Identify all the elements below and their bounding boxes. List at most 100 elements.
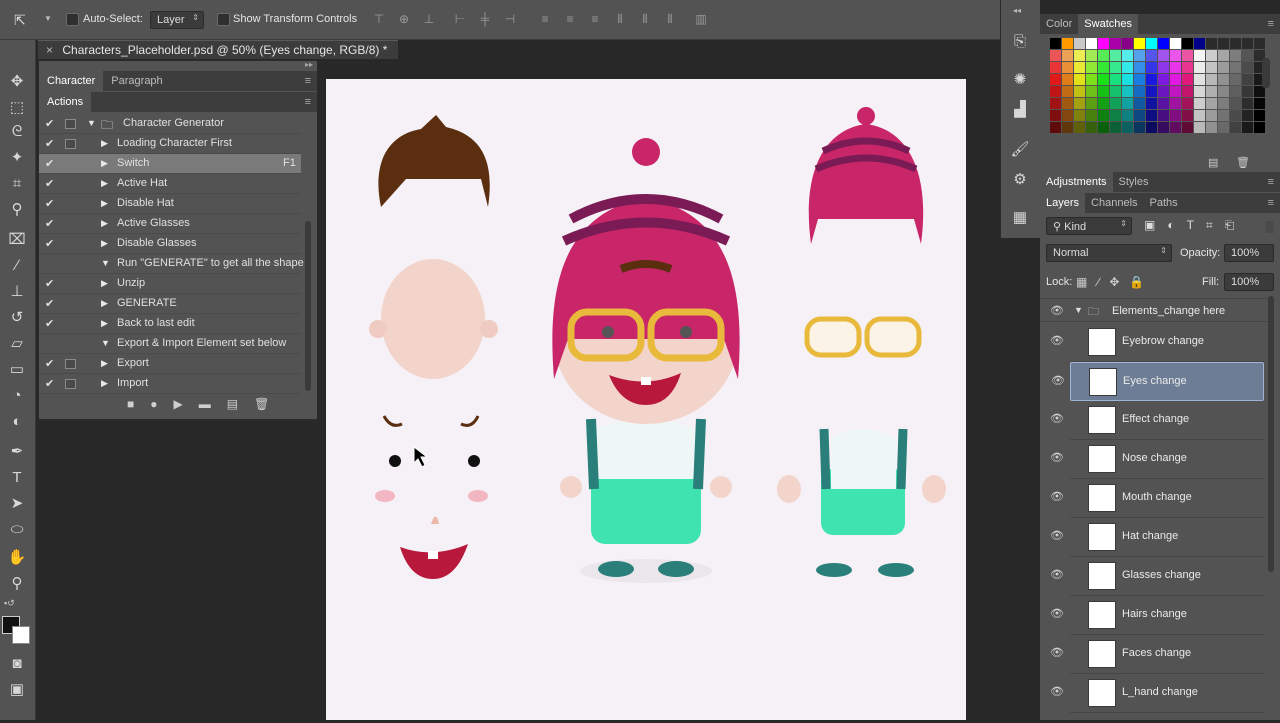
healing-brush-icon[interactable]: ⌧ bbox=[6, 228, 28, 250]
swatch[interactable] bbox=[1170, 110, 1181, 121]
swatch[interactable] bbox=[1122, 74, 1133, 85]
swatch[interactable] bbox=[1050, 38, 1061, 49]
swatch[interactable] bbox=[1182, 122, 1193, 133]
distribute-right-icon[interactable]: ⫴ bbox=[663, 12, 677, 26]
distribute-vcenter-icon[interactable]: ≡ bbox=[563, 12, 577, 26]
filter-kind-dropdown[interactable]: ⚲ Kind ⇕ bbox=[1046, 217, 1132, 235]
chevron-down-icon[interactable]: ▼ bbox=[87, 118, 96, 128]
brush-preset-icon[interactable]: 🖌 bbox=[1009, 138, 1031, 160]
actions-scrollbar[interactable] bbox=[305, 221, 311, 391]
swatch[interactable] bbox=[1134, 62, 1145, 73]
swatch[interactable] bbox=[1230, 50, 1241, 61]
panel-menu-icon[interactable]: ≡ bbox=[1268, 18, 1274, 30]
swatch[interactable] bbox=[1170, 38, 1181, 49]
swatch[interactable] bbox=[1218, 110, 1229, 121]
layer-row[interactable]: 👁 Effect change bbox=[1050, 401, 1264, 440]
swatch[interactable] bbox=[1242, 98, 1253, 109]
auto-align-icon[interactable]: ▥ bbox=[694, 12, 708, 26]
chevron-right-icon[interactable]: ▶ bbox=[101, 318, 108, 329]
swatch[interactable] bbox=[1146, 62, 1157, 73]
background-color-swatch[interactable] bbox=[12, 626, 30, 644]
swatch[interactable] bbox=[1134, 98, 1145, 109]
layer-group-row[interactable]: 👁 ▼ 🗀 Elements_change here bbox=[1040, 298, 1270, 322]
lock-transparent-icon[interactable]: ▦ bbox=[1076, 275, 1087, 289]
dialog-toggle-icon[interactable] bbox=[65, 359, 76, 369]
swatch[interactable] bbox=[1230, 86, 1241, 97]
action-item[interactable]: ✔ ▶ Disable Glasses bbox=[39, 234, 301, 254]
dodge-tool-icon[interactable]: ◐ bbox=[6, 410, 28, 432]
delete-swatch-icon[interactable]: 🗑 bbox=[1236, 156, 1250, 169]
eye-icon[interactable]: 👁 bbox=[1051, 376, 1065, 387]
swatch[interactable] bbox=[1182, 38, 1193, 49]
align-vcenter-icon[interactable]: ⊕ bbox=[397, 12, 411, 26]
swatch[interactable] bbox=[1230, 122, 1241, 133]
document-tab[interactable]: × Characters_Placeholder.psd @ 50% (Eyes… bbox=[38, 40, 398, 59]
layer-row[interactable]: 👁 Eyebrow change bbox=[1050, 323, 1264, 362]
dialog-toggle-icon[interactable] bbox=[65, 379, 76, 389]
swatch[interactable] bbox=[1194, 50, 1205, 61]
action-item[interactable]: ✔ ▶ Active Hat bbox=[39, 174, 301, 194]
tab-channels[interactable]: Channels bbox=[1085, 193, 1143, 213]
record-icon[interactable]: ● bbox=[150, 397, 157, 411]
swatch[interactable] bbox=[1242, 122, 1253, 133]
swatch[interactable] bbox=[1098, 110, 1109, 121]
auto-select-checkbox[interactable] bbox=[66, 13, 79, 26]
swatch[interactable] bbox=[1242, 62, 1253, 73]
chevron-right-icon[interactable]: ▶ bbox=[101, 298, 108, 309]
swatch[interactable] bbox=[1230, 62, 1241, 73]
show-transform-checkbox[interactable] bbox=[217, 13, 230, 26]
swatch[interactable] bbox=[1098, 122, 1109, 133]
swatch[interactable] bbox=[1110, 74, 1121, 85]
swatch[interactable] bbox=[1110, 110, 1121, 121]
swatch[interactable] bbox=[1110, 122, 1121, 133]
swatch[interactable] bbox=[1122, 98, 1133, 109]
swatch[interactable] bbox=[1182, 50, 1193, 61]
distribute-hcenter-icon[interactable]: ⫴ bbox=[638, 12, 652, 26]
panel-menu-icon[interactable]: ≡ bbox=[305, 96, 311, 108]
screen-mode-icon[interactable]: ▣ bbox=[6, 678, 28, 700]
shape-tool-icon[interactable]: ⬭ bbox=[6, 518, 28, 540]
checkmark-icon[interactable]: ✔ bbox=[45, 277, 55, 290]
layer-row[interactable]: 👁 Faces change bbox=[1050, 635, 1264, 674]
align-bottom-icon[interactable]: ⊥ bbox=[422, 12, 436, 26]
filter-toggle[interactable] bbox=[1266, 221, 1274, 233]
swatch[interactable] bbox=[1230, 74, 1241, 85]
swatch[interactable] bbox=[1050, 110, 1061, 121]
checkmark-icon[interactable]: ✔ bbox=[45, 357, 55, 370]
default-colors-icon[interactable]: ▪↺ bbox=[4, 598, 15, 609]
checkmark-icon[interactable]: ✔ bbox=[45, 377, 55, 390]
swatch[interactable] bbox=[1062, 74, 1073, 85]
swatch[interactable] bbox=[1050, 122, 1061, 133]
swatch[interactable] bbox=[1134, 50, 1145, 61]
align-hcenter-icon[interactable]: ╪ bbox=[478, 12, 492, 26]
swatch[interactable] bbox=[1218, 62, 1229, 73]
swatch[interactable] bbox=[1098, 50, 1109, 61]
swatch[interactable] bbox=[1170, 122, 1181, 133]
swatch[interactable] bbox=[1170, 50, 1181, 61]
action-item[interactable]: ✔ ▶ Unzip bbox=[39, 274, 301, 294]
blur-tool-icon[interactable]: ◔ bbox=[6, 384, 28, 406]
swatch[interactable] bbox=[1206, 50, 1217, 61]
swatch[interactable] bbox=[1182, 62, 1193, 73]
swatch[interactable] bbox=[1254, 122, 1265, 133]
swatch[interactable] bbox=[1206, 86, 1217, 97]
quick-mask-icon[interactable]: ◙ bbox=[6, 652, 28, 674]
tab-color[interactable]: Color bbox=[1040, 14, 1078, 34]
eraser-tool-icon[interactable]: ▱ bbox=[6, 332, 28, 354]
swatch[interactable] bbox=[1062, 50, 1073, 61]
chevron-right-icon[interactable]: ▶ bbox=[101, 278, 108, 289]
eye-icon[interactable]: 👁 bbox=[1050, 648, 1064, 659]
swatch[interactable] bbox=[1110, 86, 1121, 97]
swatch[interactable] bbox=[1158, 38, 1169, 49]
lasso-tool-icon[interactable]: ᘓ bbox=[6, 120, 28, 142]
swatch[interactable] bbox=[1242, 86, 1253, 97]
checkmark-icon[interactable]: ✔ bbox=[45, 177, 55, 190]
swatch[interactable] bbox=[1122, 110, 1133, 121]
path-selection-icon[interactable]: ➤ bbox=[6, 492, 28, 514]
swatch[interactable] bbox=[1110, 62, 1121, 73]
swatch[interactable] bbox=[1074, 98, 1085, 109]
swatch[interactable] bbox=[1158, 122, 1169, 133]
swatch[interactable] bbox=[1254, 110, 1265, 121]
checkmark-icon[interactable]: ✔ bbox=[45, 157, 55, 170]
crop-tool-icon[interactable]: ⌗ bbox=[6, 172, 28, 194]
